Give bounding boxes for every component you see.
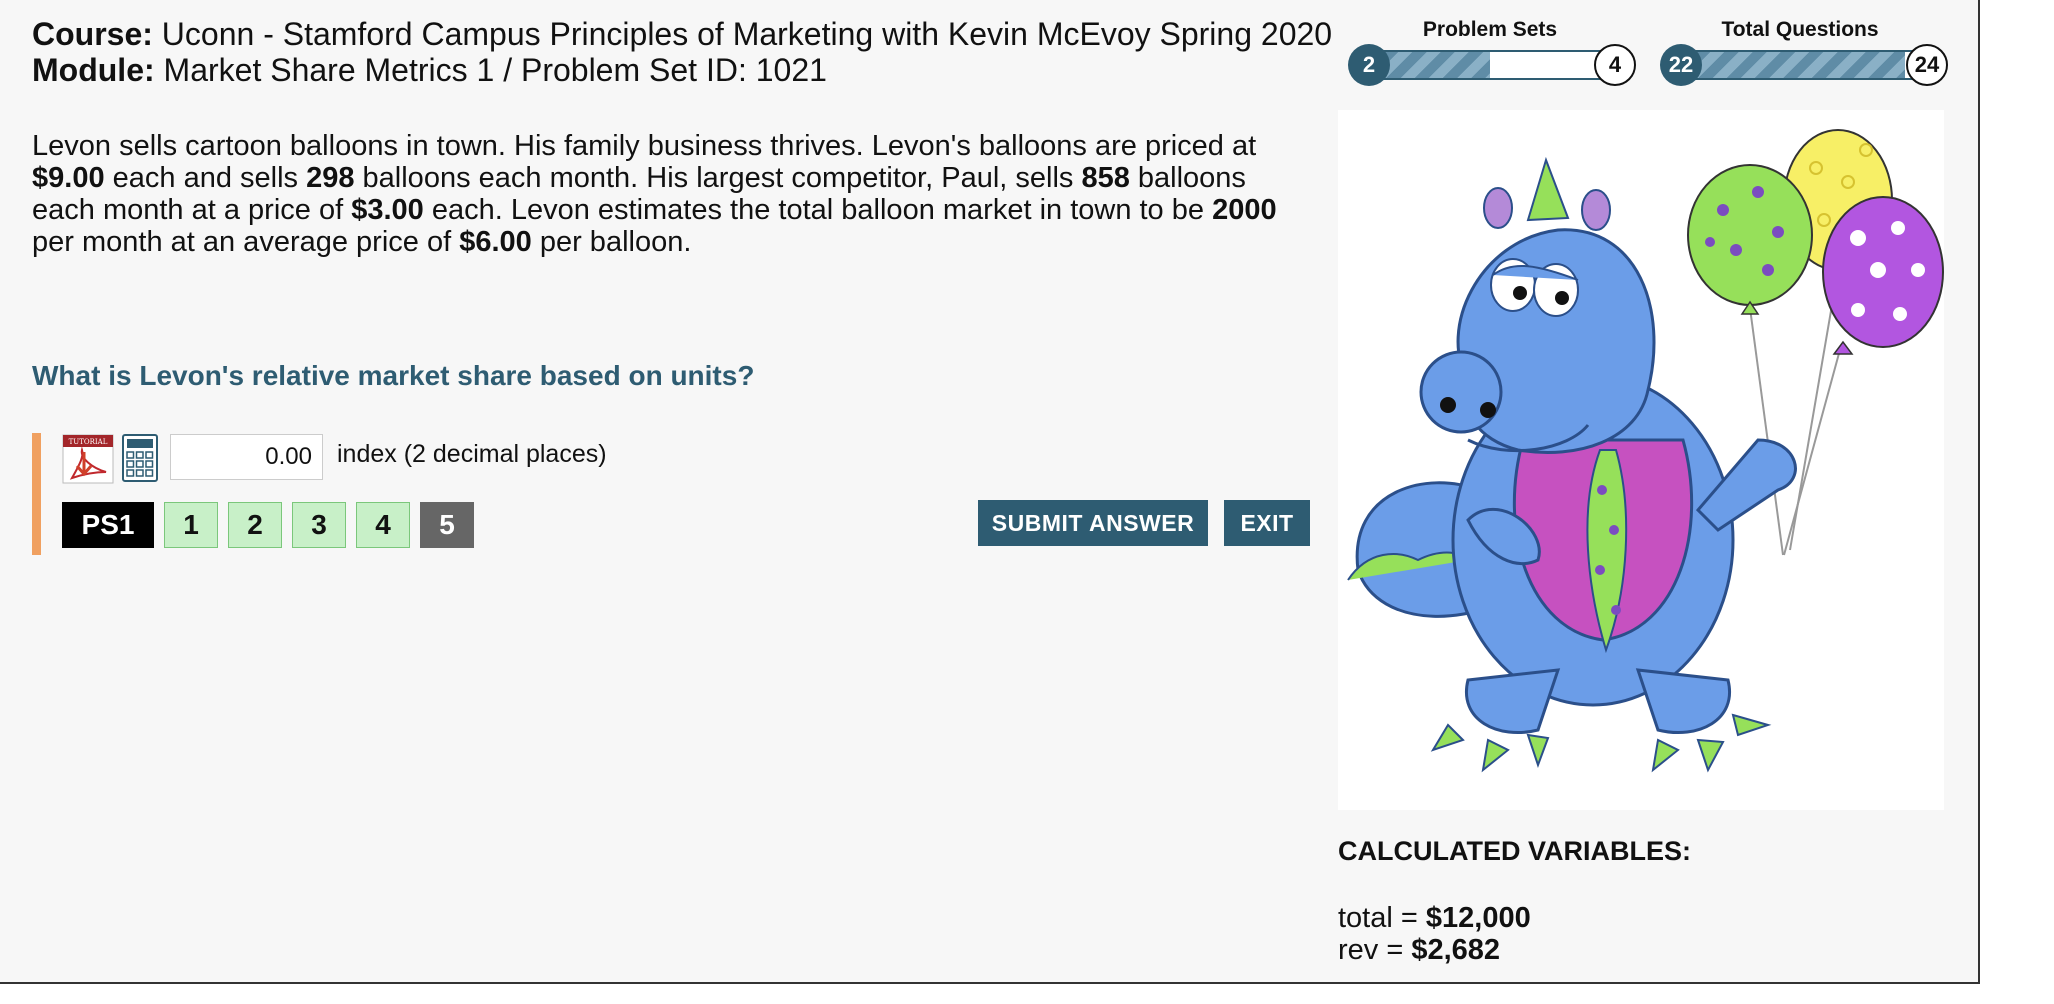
problem-set-label: PS1 xyxy=(62,502,154,548)
problem-text: each. Levon estimates the total balloon … xyxy=(423,194,1213,226)
problem-sets-current-count: 2 xyxy=(1348,44,1390,86)
module-value: Market Share Metrics 1 / Problem Set ID:… xyxy=(163,52,827,88)
balloon-green xyxy=(1687,164,1813,315)
balloon-purple xyxy=(1822,196,1944,355)
problem-sets-progress-track xyxy=(1368,50,1612,80)
variable-value: $2,682 xyxy=(1411,934,1501,966)
answer-unit-label: index (2 decimal places) xyxy=(337,440,607,468)
total-questions-current-count: 22 xyxy=(1660,44,1702,86)
total-questions-progress-track xyxy=(1680,50,1926,80)
problem-text: balloons each month. His largest competi… xyxy=(354,162,1082,194)
competitor-price-value: $3.00 xyxy=(351,194,424,226)
calculated-variable-rev: rev = $2,682 xyxy=(1338,934,1500,967)
market-size-value: 2000 xyxy=(1212,194,1277,226)
total-questions-progress-label: Total Questions xyxy=(1721,18,1879,41)
calculator-icon[interactable] xyxy=(122,434,158,482)
course-value: Uconn - Stamford Campus Principles of Ma… xyxy=(161,16,1333,52)
problem-text: per balloon. xyxy=(531,226,692,258)
total-questions-total-count: 24 xyxy=(1906,44,1948,86)
price-value: $9.00 xyxy=(32,162,105,194)
question-nav-1[interactable]: 1 xyxy=(164,502,218,548)
units-value: 298 xyxy=(306,162,355,194)
problem-sets-progress-label: Problem Sets xyxy=(1422,18,1558,41)
answer-accent-bar xyxy=(32,433,41,555)
problem-text: Levon sells cartoon balloons in town. Hi… xyxy=(32,130,1257,162)
exit-button[interactable]: EXIT xyxy=(1224,500,1310,546)
module-label: Module: xyxy=(32,52,155,88)
question-nav-5[interactable]: 5 xyxy=(420,502,474,548)
tutorial-icon-text: TUTORIAL xyxy=(69,438,108,446)
calculated-variables-title: CALCULATED VARIABLES: xyxy=(1338,836,1691,866)
answer-input[interactable] xyxy=(170,434,323,480)
course-line: Course: Uconn - Stamford Campus Principl… xyxy=(32,16,1332,52)
question-nav-4[interactable]: 4 xyxy=(356,502,410,548)
problem-frame: Course: Uconn - Stamford Campus Principl… xyxy=(0,0,1980,984)
module-line: Module: Market Share Metrics 1 / Problem… xyxy=(32,52,827,88)
calculated-variable-total: total = $12,000 xyxy=(1338,902,1531,935)
dinosaur-balloons-illustration xyxy=(1338,110,1944,810)
total-questions-progress-fill xyxy=(1682,52,1905,78)
problem-text: per month at an average price of xyxy=(32,226,460,258)
question-text: What is Levon's relative market share ba… xyxy=(32,360,755,391)
problem-text: each and sells xyxy=(104,162,307,194)
variable-value: $12,000 xyxy=(1425,902,1531,934)
problem-statement: Levon sells cartoon balloons in town. Hi… xyxy=(32,130,1302,258)
problem-sets-total-count: 4 xyxy=(1594,44,1636,86)
problem-set-nav: PS1 1 2 3 4 5 xyxy=(62,502,484,548)
average-price-value: $6.00 xyxy=(459,226,532,258)
balloon-strings xyxy=(1749,269,1842,556)
variable-name: total = xyxy=(1338,902,1426,934)
competitor-units-value: 858 xyxy=(1081,162,1130,194)
question-nav-3[interactable]: 3 xyxy=(292,502,346,548)
course-label: Course: xyxy=(32,16,153,52)
tutorial-pdf-icon[interactable]: TUTORIAL xyxy=(62,434,114,484)
variable-name: rev = xyxy=(1338,934,1412,966)
submit-answer-button[interactable]: SUBMIT ANSWER xyxy=(978,500,1208,546)
question-nav-2[interactable]: 2 xyxy=(228,502,282,548)
